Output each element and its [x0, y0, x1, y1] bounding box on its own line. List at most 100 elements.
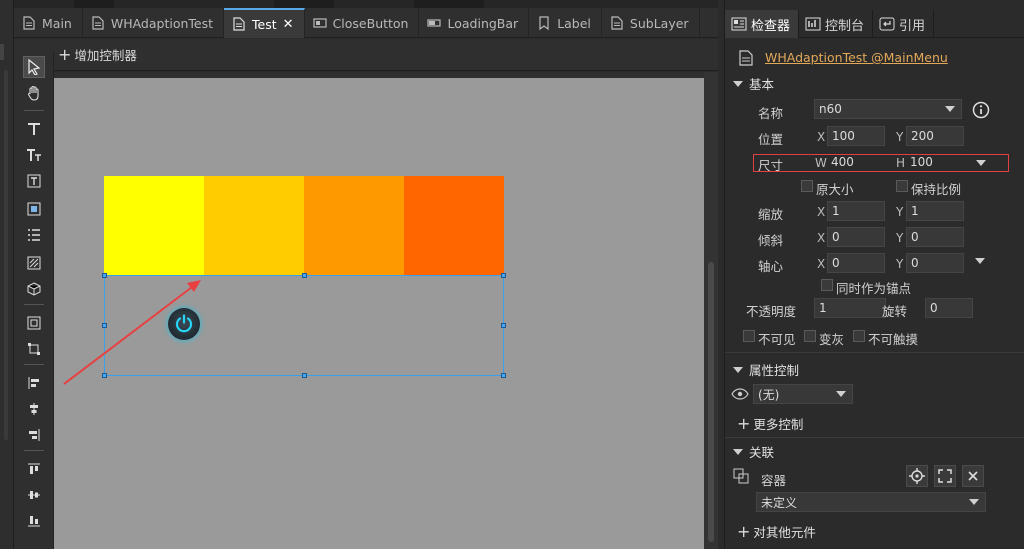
section-basic[interactable]: 基本 — [733, 74, 774, 93]
canvas-scrollbar[interactable] — [704, 72, 718, 549]
original-size-checkbox[interactable] — [801, 180, 813, 192]
text-tool-icon[interactable] — [23, 118, 45, 140]
collapse-handle[interactable] — [0, 44, 4, 60]
w-axis-label: W — [815, 156, 827, 170]
chevron-down-icon — [945, 106, 955, 112]
rotation-input[interactable]: 0 — [925, 298, 973, 318]
tab-label: 检查器 — [751, 18, 791, 34]
rich-text-tool-icon[interactable] — [23, 144, 45, 166]
y-axis-label: Y — [896, 130, 904, 144]
component-link[interactable]: WHAdaptionTest @MainMenu — [765, 50, 948, 65]
align-bottom-icon[interactable] — [23, 510, 45, 532]
visibility-controller-select[interactable]: (无) — [753, 384, 853, 404]
align-left-icon[interactable] — [23, 372, 45, 394]
position-label: 位置 — [758, 132, 784, 147]
scale-x-input[interactable]: 1 — [827, 201, 885, 221]
align-top-icon[interactable] — [23, 458, 45, 480]
keep-ratio-checkbox[interactable] — [896, 180, 908, 192]
tab-inspector[interactable]: 检查器 — [725, 10, 800, 38]
target-icon[interactable] — [906, 465, 928, 487]
list-tool-icon[interactable] — [23, 224, 45, 246]
position-x-input[interactable]: 100 — [827, 126, 885, 146]
h-axis-label: H — [896, 156, 906, 170]
container-select[interactable]: 未定义 — [756, 492, 986, 512]
collapse-triangle-icon — [733, 448, 743, 455]
tab-sublayer[interactable]: SubLayer — [602, 8, 700, 38]
relation-other-button[interactable]: + 对其他元件 — [737, 522, 816, 541]
size-w-input[interactable]: 400 — [827, 153, 885, 171]
skew-y-input[interactable]: 0 — [906, 227, 964, 247]
more-controls-button[interactable]: + 更多控制 — [737, 414, 803, 433]
size-h-input[interactable]: 100 — [906, 153, 964, 171]
info-icon[interactable] — [972, 101, 990, 122]
scroll-thumb[interactable] — [708, 262, 714, 542]
pivot-x-input[interactable]: 0 — [827, 253, 885, 273]
loader-tool-icon[interactable] — [23, 252, 45, 274]
tab-label: 控制台 — [825, 18, 865, 34]
skew-y-value: 0 — [911, 230, 919, 244]
close-icon[interactable] — [962, 465, 984, 487]
section-label: 关联 — [749, 445, 775, 460]
tab-label[interactable]: Label — [529, 8, 602, 38]
position-x-value: 100 — [832, 129, 855, 143]
section-relation[interactable]: 关联 — [733, 442, 774, 461]
opacity-label: 不透明度 — [746, 304, 797, 319]
component-icon — [312, 16, 327, 30]
eye-icon[interactable] — [731, 388, 749, 403]
align-center-icon[interactable] — [23, 398, 45, 420]
pivot-y-input[interactable]: 0 — [906, 253, 964, 273]
tab-loadingbar[interactable]: LoadingBar — [419, 8, 530, 38]
pivot-dropdown-icon[interactable] — [975, 258, 985, 264]
size-dropdown-icon[interactable] — [976, 160, 986, 166]
size-h-value: 100 — [910, 155, 933, 169]
tool-strip — [14, 52, 54, 549]
grayed-checkbox[interactable] — [804, 330, 816, 342]
tab-main[interactable]: Main — [14, 8, 83, 38]
position-y-input[interactable]: 200 — [906, 126, 964, 146]
as-anchor-checkbox[interactable] — [821, 279, 833, 291]
scale-y-input[interactable]: 1 — [906, 201, 964, 221]
untouchable-checkbox[interactable] — [853, 330, 865, 342]
plus-icon[interactable]: + — [58, 45, 71, 64]
rotation-label: 旋转 — [882, 304, 908, 319]
left-scrollbar[interactable] — [4, 70, 8, 440]
design-canvas[interactable] — [54, 72, 704, 549]
invisible-label: 不可见 — [758, 332, 796, 347]
input-tool-icon[interactable] — [23, 170, 45, 192]
original-size-label: 原大小 — [816, 182, 854, 197]
tab-console[interactable]: 控制台 — [799, 10, 874, 38]
hand-tool-icon[interactable] — [23, 82, 45, 104]
inspector-icon — [731, 16, 747, 32]
skew-label: 倾斜 — [758, 233, 784, 248]
tab-reference[interactable]: 引用 — [873, 10, 935, 38]
close-icon[interactable]: ✕ — [283, 17, 294, 32]
skew-x-input[interactable]: 0 — [827, 227, 885, 247]
section-property-control[interactable]: 属性控制 — [733, 360, 799, 379]
console-icon — [805, 16, 821, 32]
plus-icon: + — [737, 414, 751, 433]
component-tool-icon[interactable] — [23, 278, 45, 300]
y-axis-label: Y — [896, 231, 904, 245]
select-tool-icon[interactable] — [23, 56, 45, 78]
transform-tool-icon[interactable] — [23, 338, 45, 360]
tab-label-text: Label — [557, 15, 591, 31]
x-axis-label: X — [817, 257, 826, 271]
image-tool-icon[interactable] — [23, 198, 45, 220]
align-middle-icon[interactable] — [23, 484, 45, 506]
fit-icon[interactable] — [934, 465, 956, 487]
name-select[interactable]: n60 — [814, 99, 962, 119]
tab-closebutton[interactable]: CloseButton — [305, 8, 420, 38]
tab-whadaptiontest[interactable]: WHAdaptionTest — [83, 8, 225, 38]
untouchable-label: 不可触摸 — [868, 332, 919, 347]
keep-ratio-label: 保持比例 — [911, 182, 962, 197]
opacity-value: 1 — [819, 301, 827, 315]
document-icon — [232, 17, 246, 31]
tab-test[interactable]: Test ✕ — [224, 8, 305, 38]
document-icon — [610, 16, 624, 30]
align-right-icon[interactable] — [23, 424, 45, 446]
group-tool-icon[interactable] — [23, 312, 45, 334]
add-controller-button[interactable]: 增加控制器 — [74, 45, 137, 64]
invisible-checkbox[interactable] — [743, 330, 755, 342]
opacity-input[interactable]: 1 — [814, 298, 886, 318]
section-label: 基本 — [749, 77, 775, 92]
